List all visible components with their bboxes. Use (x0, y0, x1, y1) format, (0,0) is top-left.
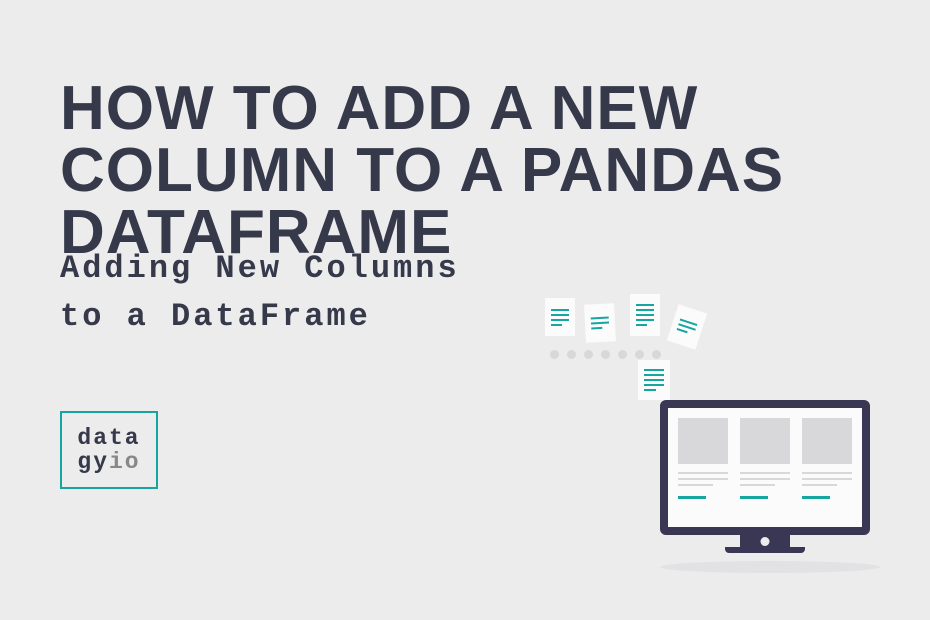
document-icon (545, 298, 575, 336)
content-card (802, 418, 852, 517)
document-icon (584, 303, 616, 343)
page-title: How to Add a New Column to a Pandas Data… (60, 78, 930, 264)
monitor-content (678, 418, 852, 517)
monitor-icon (660, 400, 870, 573)
logo-text-gy: gy (77, 449, 109, 475)
document-icon (667, 304, 707, 349)
monitor-shadow (660, 561, 880, 573)
monitor-stand (740, 535, 790, 547)
document-icon (630, 294, 660, 336)
datagy-logo: data gyio (60, 411, 158, 489)
document-icon (638, 360, 670, 400)
subtitle-line-1: Adding New Columns (60, 245, 460, 293)
content-card (740, 418, 790, 517)
monitor-frame (660, 400, 870, 535)
subtitle-line-2: to a DataFrame (60, 293, 460, 341)
flying-documents (530, 290, 770, 410)
logo-line-2: gyio (77, 450, 140, 474)
content-card (678, 418, 728, 517)
monitor-base (725, 547, 805, 553)
logo-text-io: io (109, 449, 141, 475)
computer-illustration (550, 300, 870, 590)
logo-line-1: data (77, 426, 140, 450)
page-subtitle: Adding New Columns to a DataFrame (60, 245, 460, 341)
